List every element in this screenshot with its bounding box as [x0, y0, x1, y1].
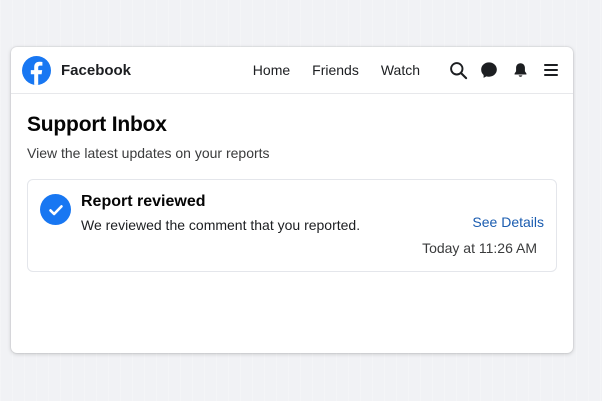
page-subtitle: View the latest updates on your reports — [27, 145, 270, 161]
notifications-icon[interactable] — [510, 60, 530, 80]
support-inbox-window: Facebook Home Friends Watch Support Inbo… — [11, 47, 573, 353]
notification-title: Report reviewed — [81, 193, 206, 210]
top-navigation-bar: Facebook Home Friends Watch — [11, 47, 573, 94]
search-icon[interactable] — [448, 60, 468, 80]
main-content: Support Inbox View the latest updates on… — [11, 94, 573, 272]
checkmark-icon — [40, 194, 71, 225]
notification-card[interactable]: Report reviewed We reviewed the comment … — [27, 179, 557, 272]
menu-icon[interactable] — [541, 60, 561, 80]
messenger-icon[interactable] — [479, 60, 499, 80]
nav-friends[interactable]: Friends — [312, 62, 359, 78]
notification-timestamp: Today at 11:26 AM — [422, 240, 537, 256]
see-details-link[interactable]: See Details — [472, 214, 544, 230]
main-nav: Home Friends Watch — [253, 62, 420, 78]
facebook-logo-icon[interactable] — [22, 55, 51, 85]
header-icons — [448, 60, 561, 80]
brand-name: Facebook — [61, 61, 132, 79]
nav-watch[interactable]: Watch — [381, 62, 420, 78]
nav-home[interactable]: Home — [253, 62, 290, 78]
page-title: Support Inbox — [27, 113, 167, 136]
